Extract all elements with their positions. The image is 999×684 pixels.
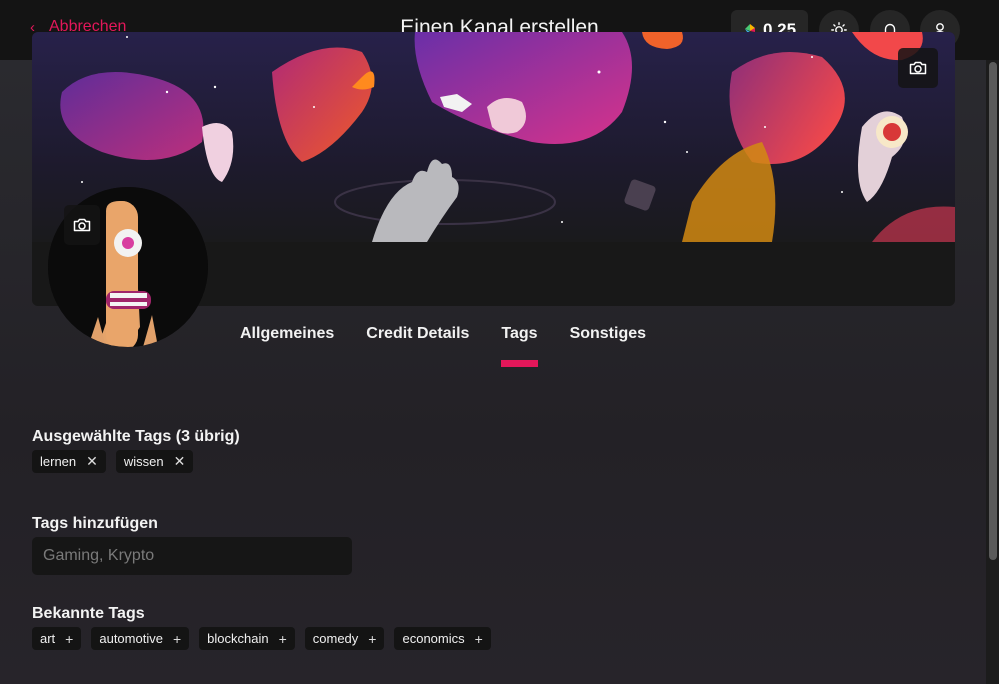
- known-tag[interactable]: art +: [32, 627, 82, 650]
- tag-label: art: [40, 631, 56, 646]
- tag-label: blockchain: [207, 631, 269, 646]
- tag-label: comedy: [312, 631, 359, 646]
- known-tag[interactable]: comedy +: [304, 627, 385, 650]
- selected-tag[interactable]: lernen ✕: [32, 450, 106, 473]
- camera-icon: [73, 218, 91, 232]
- selected-tags-heading: Ausgewählte Tags (3 übrig): [32, 428, 240, 445]
- selected-tag[interactable]: wissen ✕: [115, 450, 194, 473]
- tag-label: economics: [402, 631, 465, 646]
- known-tags-list: art + automotive + blockchain + comedy +…: [32, 627, 491, 650]
- plus-icon: +: [65, 630, 74, 647]
- camera-icon: [909, 61, 927, 75]
- scrollbar[interactable]: [986, 60, 999, 684]
- cover-upload-button[interactable]: [898, 48, 938, 88]
- tab-credit-details[interactable]: Credit Details: [366, 325, 469, 357]
- selected-tags-list: lernen ✕ wissen ✕: [32, 450, 194, 473]
- plus-icon: +: [278, 630, 287, 647]
- close-icon[interactable]: ✕: [174, 453, 186, 470]
- add-tags-heading: Tags hinzufügen: [32, 515, 158, 532]
- tab-sonstiges[interactable]: Sonstiges: [570, 325, 646, 357]
- known-tag[interactable]: blockchain +: [199, 627, 295, 650]
- known-tags-heading: Bekannte Tags: [32, 605, 145, 622]
- tab-tags[interactable]: Tags: [501, 325, 538, 367]
- known-tag[interactable]: economics +: [394, 627, 491, 650]
- known-tag[interactable]: automotive +: [91, 627, 190, 650]
- channel-tabs: Allgemeines Credit Details Tags Sonstige…: [240, 325, 678, 367]
- close-icon[interactable]: ✕: [86, 453, 98, 470]
- plus-icon: +: [474, 630, 483, 647]
- tag-search-input[interactable]: [32, 537, 352, 575]
- tag-label: wissen: [123, 454, 164, 469]
- tab-allgemeines[interactable]: Allgemeines: [240, 325, 334, 357]
- plus-icon: +: [172, 630, 182, 647]
- plus-icon: +: [368, 630, 377, 647]
- scrollbar-thumb[interactable]: [989, 62, 997, 560]
- tag-label: automotive: [99, 631, 163, 646]
- avatar-upload-button[interactable]: [64, 205, 100, 245]
- tag-label: lernen: [40, 454, 77, 469]
